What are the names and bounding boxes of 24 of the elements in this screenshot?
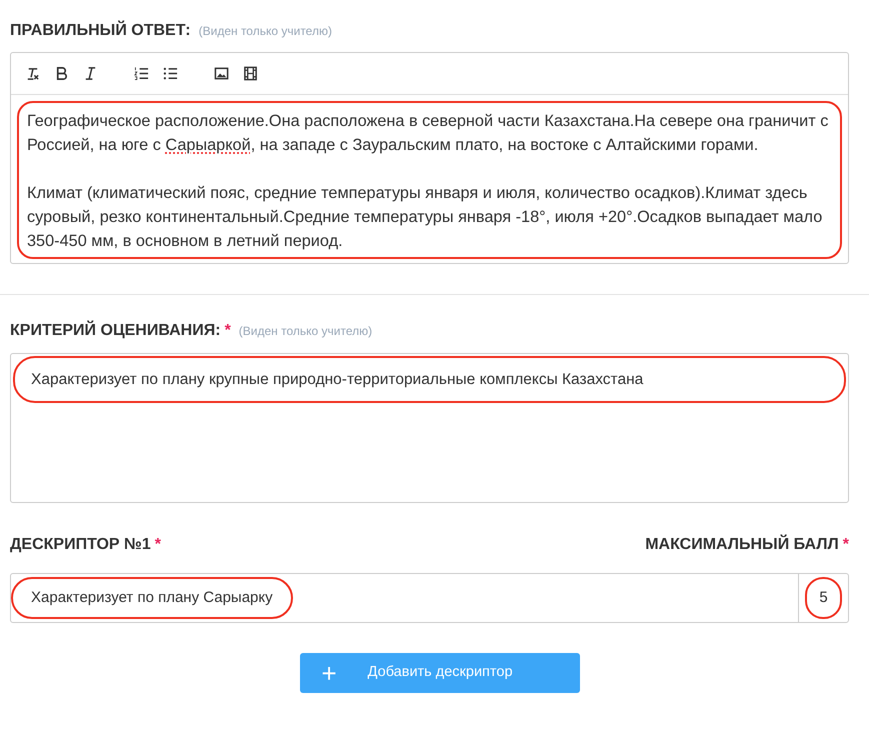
- answer-text: Географическое расположение.Она расположена в северной части Казахстана.На севере она граничит с Россией, на юге с Сарыаркой, на западе с Зауральским плато, на востоке с Алтайскими горами. Климат (климатический пояс, средние температуры января и июля, количество осадков).Климат здесь суровый, резко континентальный.Средние температуры января -18°, июля +20°.Осадков выпадает мало 350-450 мм, в основном в летний период.: [27, 111, 830, 252]
- bullet-list-icon[interactable]: [163, 66, 178, 81]
- image-icon[interactable]: [214, 66, 229, 81]
- descriptor-text: Характеризует по плану Сарыарку: [30, 588, 274, 608]
- score-text: 5: [818, 588, 829, 608]
- italic-icon[interactable]: [83, 66, 98, 81]
- plus-icon: +: [322, 660, 337, 686]
- field-label: ДЕСКРИПТОР №1: [10, 535, 151, 555]
- field-label: КРИТЕРИЙ ОЦЕНИВАНИЯ:: [10, 320, 221, 341]
- field-label: ПРАВИЛЬНЫЙ ОТВЕТ:: [10, 20, 191, 41]
- bold-icon[interactable]: [54, 66, 69, 81]
- visibility-note: (Виден только учителю): [238, 323, 372, 340]
- film-icon[interactable]: [243, 66, 258, 81]
- required-asterisk: *: [224, 321, 231, 341]
- required-asterisk: *: [842, 535, 849, 555]
- score-field[interactable]: 5: [798, 574, 848, 622]
- criterion-text: Характеризует по плану крупные природно-территориальные комплексы Казахстана: [30, 370, 644, 390]
- visibility-note: (Виден только учителю): [198, 23, 332, 40]
- clear-format-icon[interactable]: [25, 66, 40, 81]
- field-label: МАКСИМАЛЬНЫЙ БАЛЛ: [645, 534, 839, 555]
- criterion-textarea[interactable]: Характеризует по плану крупные природно-территориальные комплексы Казахстана: [10, 353, 849, 503]
- descriptor-field[interactable]: Характеризует по плану Сарыарку: [11, 576, 798, 620]
- required-asterisk: *: [154, 535, 161, 555]
- numbered-list-icon[interactable]: [134, 66, 149, 81]
